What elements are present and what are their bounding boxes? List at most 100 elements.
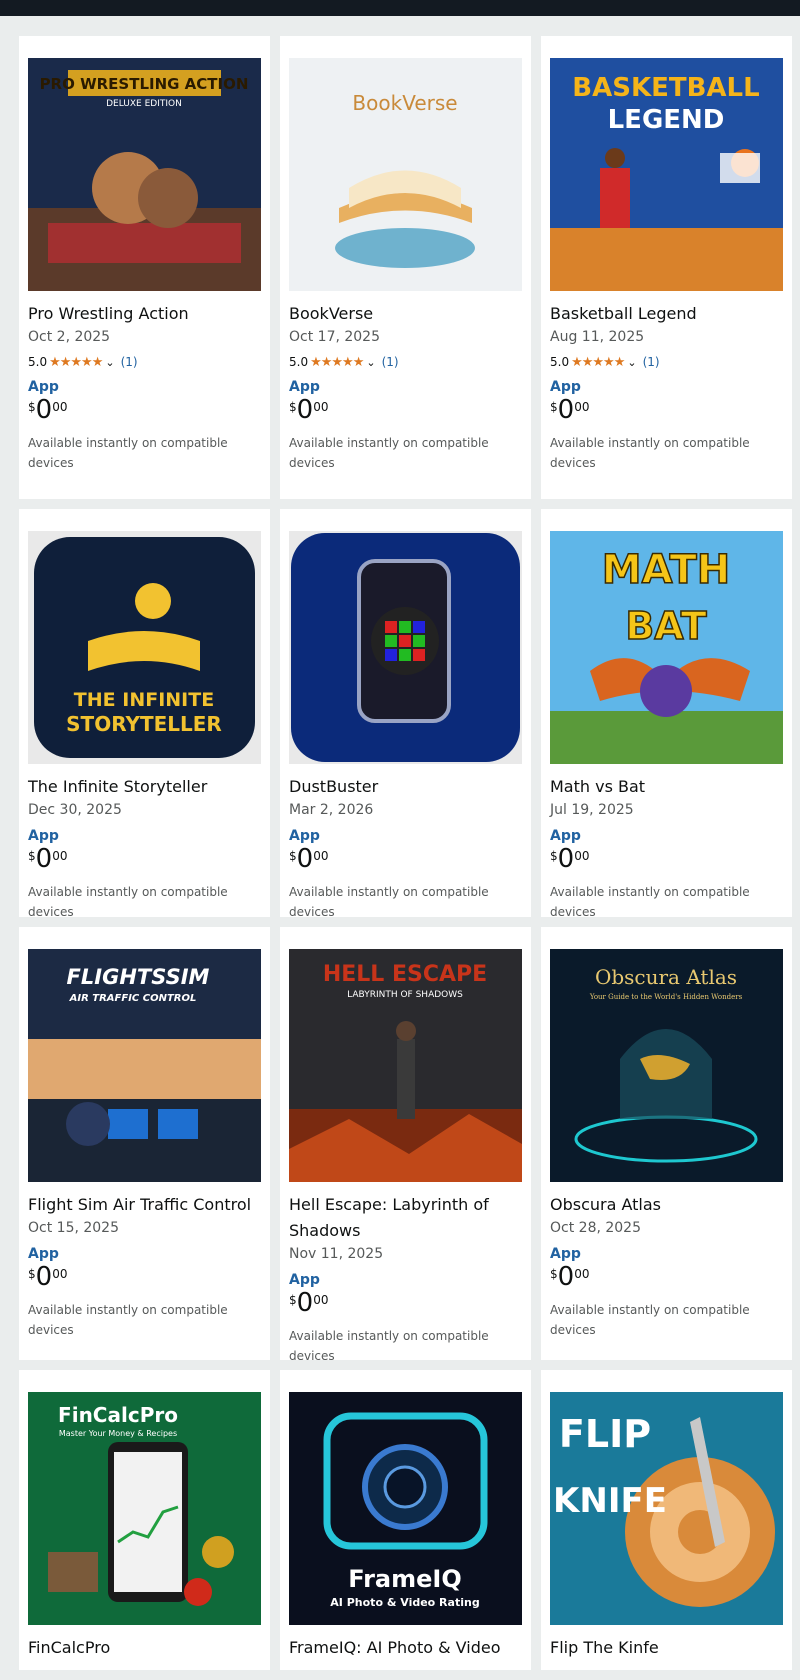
product-type[interactable]: App: [550, 379, 783, 395]
thumb-title: FinCalcPro: [58, 1403, 178, 1427]
price: $ 0 00: [550, 395, 590, 425]
product-title[interactable]: FrameIQ: AI Photo & Video: [289, 1635, 522, 1661]
product-type[interactable]: App: [550, 828, 783, 844]
chevron-down-icon[interactable]: ⌄: [366, 356, 375, 369]
chevron-down-icon[interactable]: ⌄: [627, 356, 636, 369]
rating-count[interactable]: (1): [382, 355, 399, 369]
star-rating-icon: ★★★★★: [571, 354, 625, 370]
thumb-title: BookVerse: [352, 91, 457, 115]
product-image[interactable]: FinCalcPro Master Your Money & Recipes: [28, 1392, 261, 1625]
svg-text:STORYTELLER: STORYTELLER: [66, 712, 222, 736]
product-image[interactable]: BASKETBALL LEGEND: [550, 58, 783, 291]
availability-text: Available instantly on compatible device…: [28, 885, 228, 919]
star-rating-icon: ★★★★★: [49, 354, 103, 370]
chevron-down-icon[interactable]: ⌄: [105, 356, 114, 369]
product-card[interactable]: MATH BAT Math vs Bat Jul 19, 2025 App $ …: [541, 509, 792, 919]
product-image[interactable]: THE INFINITE STORYTELLER: [28, 531, 261, 764]
product-type[interactable]: App: [289, 1272, 522, 1288]
product-title[interactable]: Pro Wrestling Action: [28, 301, 261, 327]
star-rating-icon: ★★★★★: [310, 354, 364, 370]
release-date: Oct 2, 2025: [28, 329, 111, 345]
price: $ 0 00: [28, 1262, 68, 1292]
svg-text:DELUXE EDITION: DELUXE EDITION: [106, 99, 182, 109]
svg-text:LABYRINTH OF SHADOWS: LABYRINTH OF SHADOWS: [347, 990, 463, 1000]
product-title[interactable]: Flight Sim Air Traffic Control: [28, 1192, 261, 1218]
release-date: Oct 17, 2025: [289, 329, 380, 345]
product-title[interactable]: The Infinite Storyteller: [28, 774, 261, 800]
thumb-title: BASKETBALL: [572, 73, 759, 103]
product-image[interactable]: FLIP KNIFE: [550, 1392, 783, 1625]
release-date: Oct 15, 2025: [28, 1220, 119, 1236]
product-title[interactable]: Obscura Atlas: [550, 1192, 783, 1218]
svg-text:KNIFE: KNIFE: [553, 1481, 667, 1521]
thumb-title: PRO WRESTLING ACTION: [40, 75, 249, 93]
price: $ 0 00: [289, 1288, 329, 1318]
thumb-title: HELL ESCAPE: [323, 962, 487, 987]
availability-text: Available instantly on compatible device…: [289, 1329, 489, 1363]
product-image[interactable]: MATH BAT: [550, 531, 783, 764]
product-title[interactable]: FinCalcPro: [28, 1635, 261, 1661]
product-type[interactable]: App: [28, 828, 261, 844]
product-card[interactable]: Obscura Atlas Your Guide to the World's …: [541, 927, 792, 1360]
product-image[interactable]: BookVerse: [289, 58, 522, 291]
product-title[interactable]: BookVerse: [289, 301, 522, 327]
product-image[interactable]: HELL ESCAPE LABYRINTH OF SHADOWS: [289, 949, 522, 1182]
product-card[interactable]: HELL ESCAPE LABYRINTH OF SHADOWS Hell Es…: [280, 927, 531, 1363]
price: $ 0 00: [550, 844, 590, 874]
svg-text:BAT: BAT: [625, 604, 706, 648]
availability-text: Available instantly on compatible device…: [550, 436, 750, 470]
product-image[interactable]: [289, 531, 522, 764]
product-image[interactable]: Obscura Atlas Your Guide to the World's …: [550, 949, 783, 1182]
rating[interactable]: 5.0 ★★★★★ ⌄ (1): [28, 353, 261, 371]
product-card[interactable]: BookVerse BookVerse Oct 17, 2025 5.0 ★★★…: [280, 36, 531, 499]
product-card[interactable]: FLIGHTSSIM AIR TRAFFIC CONTROL Flight Si…: [19, 927, 270, 1360]
price: $ 0 00: [28, 395, 68, 425]
product-card[interactable]: FrameIQ AI Photo & Video Rating FrameIQ:…: [280, 1370, 531, 1670]
svg-text:Your Guide to the World's Hidd: Your Guide to the World's Hidden Wonders: [589, 993, 743, 1001]
product-image[interactable]: FrameIQ AI Photo & Video Rating: [289, 1392, 522, 1625]
rating-count[interactable]: (1): [121, 355, 138, 369]
availability-text: Available instantly on compatible device…: [289, 885, 489, 919]
product-type[interactable]: App: [28, 379, 261, 395]
product-card[interactable]: FinCalcPro Master Your Money & Recipes F…: [19, 1370, 270, 1670]
product-title[interactable]: Basketball Legend: [550, 301, 783, 327]
product-title[interactable]: Flip The Kinfe: [550, 1635, 783, 1661]
product-card[interactable]: BASKETBALL LEGEND Basketball Legend Aug …: [541, 36, 792, 499]
thumb-title: MATH: [602, 547, 730, 593]
availability-text: Available instantly on compatible device…: [550, 885, 750, 919]
product-card[interactable]: DustBuster Mar 2, 2026 App $ 0 00 Availa…: [280, 509, 531, 919]
product-image[interactable]: PRO WRESTLING ACTION DELUXE EDITION: [28, 58, 261, 291]
product-grid: PRO WRESTLING ACTION DELUXE EDITION Pro …: [19, 36, 792, 1680]
product-card[interactable]: FLIP KNIFE Flip The Kinfe: [541, 1370, 792, 1670]
top-bar: [0, 0, 800, 16]
product-type[interactable]: App: [28, 1246, 261, 1262]
price: $ 0 00: [550, 1262, 590, 1292]
availability-text: Available instantly on compatible device…: [550, 1303, 750, 1337]
availability-text: Available instantly on compatible device…: [28, 436, 228, 470]
svg-text:Master Your Money & Recipes: Master Your Money & Recipes: [59, 1429, 177, 1438]
product-title[interactable]: Hell Escape: Labyrinth of Shadows: [289, 1192, 522, 1244]
thumb-title: FLIP: [559, 1412, 651, 1456]
rating-count[interactable]: (1): [643, 355, 660, 369]
rating[interactable]: 5.0 ★★★★★ ⌄ (1): [289, 353, 522, 371]
release-date: Jul 19, 2025: [550, 802, 634, 818]
release-date: Mar 2, 2026: [289, 802, 374, 818]
thumb-title: Obscura Atlas: [595, 965, 737, 989]
product-card[interactable]: PRO WRESTLING ACTION DELUXE EDITION Pro …: [19, 36, 270, 499]
product-title[interactable]: DustBuster: [289, 774, 522, 800]
product-image[interactable]: FLIGHTSSIM AIR TRAFFIC CONTROL: [28, 949, 261, 1182]
availability-text: Available instantly on compatible device…: [28, 1303, 228, 1337]
product-type[interactable]: App: [289, 379, 522, 395]
thumb-title: FrameIQ: [348, 1565, 462, 1593]
release-date: Aug 11, 2025: [550, 329, 645, 345]
product-card[interactable]: THE INFINITE STORYTELLER The Infinite St…: [19, 509, 270, 919]
availability-text: Available instantly on compatible device…: [289, 436, 489, 470]
product-type[interactable]: App: [289, 828, 522, 844]
release-date: Oct 28, 2025: [550, 1220, 641, 1236]
rating[interactable]: 5.0 ★★★★★ ⌄ (1): [550, 353, 783, 371]
price: $ 0 00: [289, 395, 329, 425]
product-title[interactable]: Math vs Bat: [550, 774, 783, 800]
thumb-title: FLIGHTSSIM: [67, 965, 210, 989]
product-type[interactable]: App: [550, 1246, 783, 1262]
price: $ 0 00: [289, 844, 329, 874]
